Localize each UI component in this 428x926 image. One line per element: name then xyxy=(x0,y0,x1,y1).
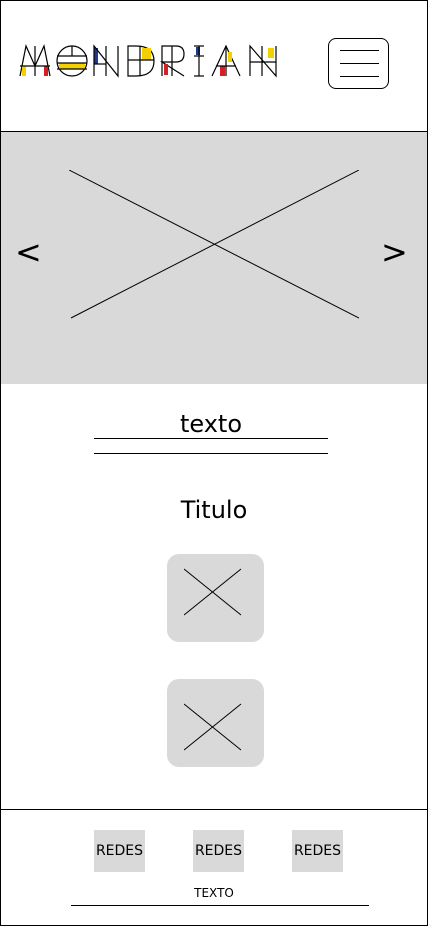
logo-letter-o xyxy=(56,45,88,77)
thumbnail-card[interactable] xyxy=(167,679,264,767)
logo-letter-d xyxy=(127,45,155,77)
logo-letter-n xyxy=(93,44,119,78)
image-placeholder-icon xyxy=(69,170,359,319)
hamburger-menu-button[interactable] xyxy=(328,38,389,89)
thumbnail-card[interactable] xyxy=(167,554,264,642)
text-input-field[interactable]: texto xyxy=(94,404,328,454)
footer-divider xyxy=(71,905,369,906)
social-link-button[interactable]: REDES xyxy=(193,830,244,872)
carousel-next-arrow[interactable]: > xyxy=(381,236,408,268)
logo-letter-a xyxy=(211,44,241,77)
logo-letter-r xyxy=(159,45,185,77)
site-footer: REDES REDES REDES TEXTO xyxy=(0,809,428,926)
logo-letter-i xyxy=(194,45,204,77)
section-title: Titulo xyxy=(180,496,248,524)
text-input-value: texto xyxy=(179,410,243,438)
input-underline xyxy=(94,438,328,439)
social-link-button[interactable]: REDES xyxy=(292,830,343,872)
image-placeholder-icon xyxy=(184,568,242,616)
logo-letter-n2 xyxy=(249,44,277,78)
hamburger-icon-line xyxy=(340,63,379,64)
social-link-button[interactable]: REDES xyxy=(94,830,145,872)
footer-text: TEXTO xyxy=(194,886,234,900)
logo-letter-m xyxy=(19,44,51,77)
mondrian-logo[interactable] xyxy=(18,44,280,78)
hamburger-icon-line xyxy=(340,76,379,77)
site-header xyxy=(0,0,428,132)
hero-carousel: < > xyxy=(1,132,427,384)
carousel-prev-arrow[interactable]: < xyxy=(15,236,42,268)
hamburger-icon-line xyxy=(340,50,379,51)
image-placeholder-icon xyxy=(184,703,242,751)
input-underline xyxy=(94,453,328,454)
